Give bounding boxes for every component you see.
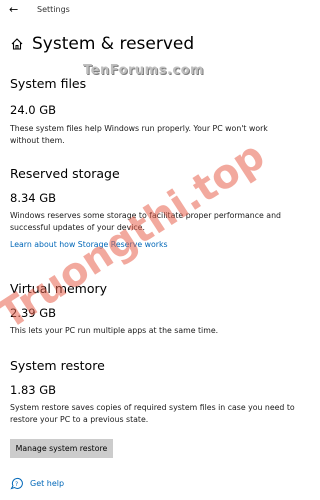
desc-line: These system files help Windows run prop… xyxy=(10,124,268,133)
section-reserved-storage: Reserved storage 8.34 GB Windows reserve… xyxy=(10,166,300,249)
section-size: 1.83 GB xyxy=(10,383,57,397)
storage-reserve-link[interactable]: Learn about how Storage Reserve works xyxy=(10,240,300,249)
desc-line: successful updates of your device. xyxy=(10,223,145,232)
desc-line: Windows reserves some storage to facilit… xyxy=(10,211,281,220)
desc-line: This lets your PC run multiple apps at t… xyxy=(10,326,219,335)
home-icon xyxy=(11,38,23,50)
section-heading: System restore xyxy=(10,358,105,373)
title-bar: ← Settings xyxy=(0,0,308,24)
section-system-restore: System restore 1.83 GB System restore sa… xyxy=(10,358,300,426)
section-system-files: System files 24.0 GB These system files … xyxy=(10,76,300,147)
section-description: System restore saves copies of required … xyxy=(10,402,300,426)
section-description: This lets your PC run multiple apps at t… xyxy=(10,325,300,337)
section-heading: Virtual memory xyxy=(10,281,108,296)
desc-line: without them. xyxy=(10,136,65,145)
page-header: System & reserved xyxy=(10,34,194,54)
section-heading: Reserved storage xyxy=(10,166,120,181)
svg-text:?: ? xyxy=(15,481,18,488)
section-size: 24.0 GB xyxy=(10,103,57,117)
desc-line: restore your PC to a previous state. xyxy=(10,415,149,424)
section-size: 2.39 GB xyxy=(10,306,57,320)
page-title: System & reserved xyxy=(32,34,195,54)
window-title: Settings xyxy=(37,5,70,14)
section-virtual-memory: Virtual memory 2.39 GB This lets your PC… xyxy=(10,281,300,337)
section-size: 8.34 GB xyxy=(10,191,57,205)
get-help-link[interactable]: ? Get help xyxy=(10,477,64,490)
desc-line: System restore saves copies of required … xyxy=(10,403,295,412)
help-icon: ? xyxy=(10,477,23,490)
get-help-label: Get help xyxy=(30,479,65,488)
section-heading: System files xyxy=(10,76,87,91)
section-description: These system files help Windows run prop… xyxy=(10,123,300,147)
manage-system-restore-button[interactable]: Manage system restore xyxy=(10,439,113,458)
section-description: Windows reserves some storage to facilit… xyxy=(10,210,300,234)
back-arrow-icon[interactable]: ← xyxy=(9,3,18,17)
